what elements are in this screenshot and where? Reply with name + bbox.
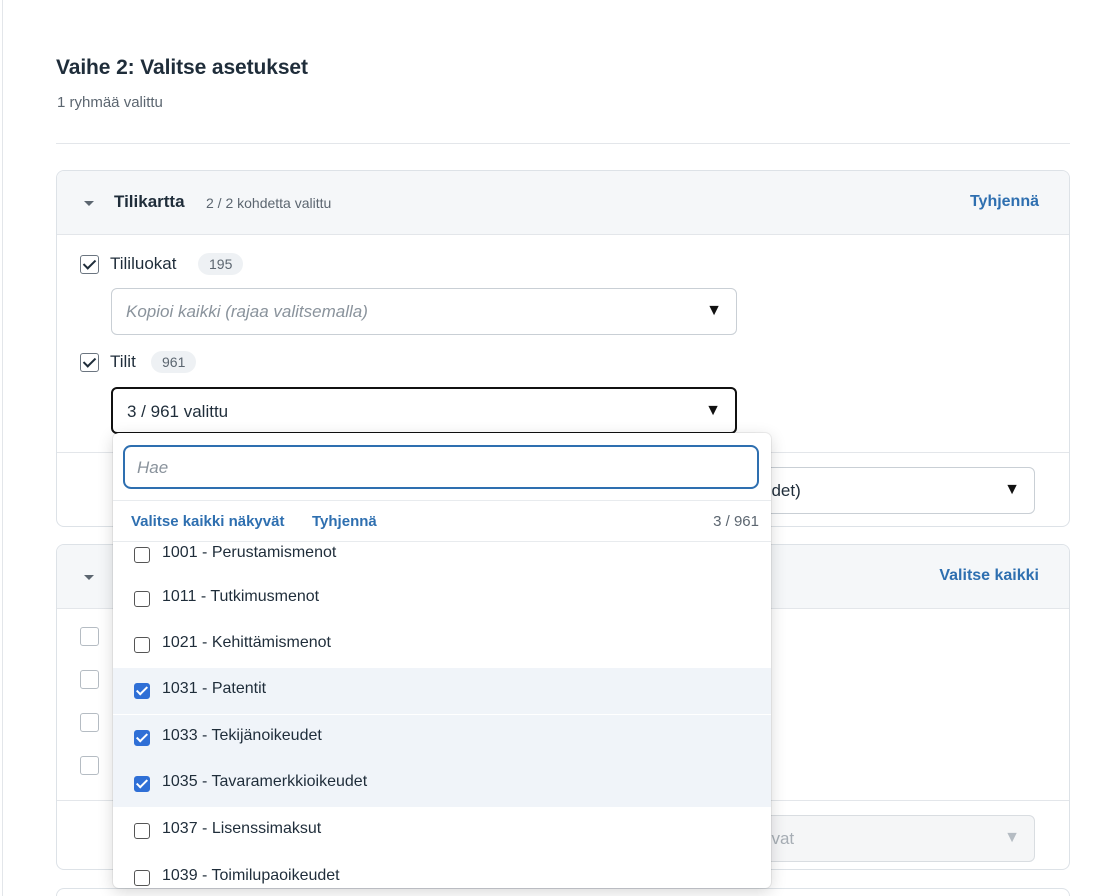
tilit-dropdown-panel: Valitse kaikki näkyvät Tyhjennä 3 / 961 … xyxy=(113,433,771,888)
dropdown-arrow-icon: ▼ xyxy=(706,302,722,319)
tilit-label: Tilit xyxy=(110,352,136,371)
dropdown-arrow-icon: ▼ xyxy=(705,402,721,419)
list-item[interactable]: 1035 - Tavaramerkkioikeudet xyxy=(113,761,771,807)
tililuokat-checkbox[interactable] xyxy=(80,255,99,274)
list-item-label: 1011 - Tutkimusmenot xyxy=(162,588,320,605)
dropdown-arrow-icon: ▼ xyxy=(1004,829,1020,846)
list-item-label: 1037 - Lisenssimaksut xyxy=(162,820,322,837)
option-checkbox[interactable] xyxy=(80,713,99,732)
clear-selection-button[interactable]: Tyhjennä xyxy=(312,513,377,530)
tililuokat-label: Tililuokat xyxy=(110,254,177,273)
list-item[interactable]: 1001 - Perustamismenot xyxy=(113,542,771,578)
select-all-button[interactable]: Valitse kaikki xyxy=(939,567,1039,585)
list-item[interactable]: 1021 - Kehittämismenot xyxy=(113,622,771,668)
dropdown-arrow-icon: ▼ xyxy=(1004,481,1020,498)
checkbox[interactable] xyxy=(134,823,150,839)
page-title: Vaihe 2: Valitse asetukset xyxy=(56,56,308,79)
select-placeholder: Kopioi kaikki (rajaa valitsemalla) xyxy=(126,302,368,321)
list-item-label: 1035 - Tavaramerkkioikeudet xyxy=(162,773,368,790)
list-item[interactable]: 1011 - Tutkimusmenot xyxy=(113,576,771,622)
section-header[interactable]: Tilikartta 2 / 2 kohdetta valittu Tyhjen… xyxy=(57,171,1069,235)
next-section-edge xyxy=(56,888,1070,896)
list-item-label: 1039 - Toimilupaoikeudet xyxy=(162,867,340,884)
options-list[interactable]: 1001 - Perustamismenot 1011 - Tutkimusmen… xyxy=(113,542,771,888)
checkbox-checked[interactable] xyxy=(134,683,150,699)
search-input[interactable] xyxy=(137,456,737,480)
dropdown-actions: Valitse kaikki näkyvät Tyhjennä 3 / 961 xyxy=(113,500,771,542)
list-item-label: 1021 - Kehittämismenot xyxy=(162,634,331,651)
divider xyxy=(56,143,1070,144)
list-item-label: 1031 - Patentit xyxy=(162,680,267,697)
list-item[interactable]: 1037 - Lisenssimaksut xyxy=(113,808,771,854)
option-checkbox[interactable] xyxy=(80,670,99,689)
checkbox[interactable] xyxy=(134,591,150,607)
search-field[interactable] xyxy=(123,445,759,489)
list-item[interactable]: 1039 - Toimilupaoikeudet xyxy=(113,855,771,888)
list-item[interactable]: 1033 - Tekijänoikeudet xyxy=(113,715,771,761)
select-value: 3 / 961 valittu xyxy=(127,402,229,421)
tilit-checkbox[interactable] xyxy=(80,353,99,372)
count-badge: 195 xyxy=(198,253,244,275)
list-item-label: 1033 - Tekijänoikeudet xyxy=(162,727,322,744)
clear-button[interactable]: Tyhjennä xyxy=(970,193,1039,211)
option-checkbox[interactable] xyxy=(80,627,99,646)
caret-down-icon[interactable] xyxy=(84,575,94,580)
checkbox[interactable] xyxy=(134,870,150,886)
section-title: Tilikartta xyxy=(114,192,185,211)
checkbox[interactable] xyxy=(134,637,150,653)
caret-down-icon[interactable] xyxy=(84,201,94,206)
page-subtitle: 1 ryhmää valittu xyxy=(57,94,163,111)
list-item-label: 1001 - Perustamismenot xyxy=(162,544,337,561)
option-checkbox[interactable] xyxy=(80,756,99,775)
tililuokat-select[interactable]: Kopioi kaikki (rajaa valitsemalla) ▼ xyxy=(111,288,737,335)
count-badge: 961 xyxy=(151,351,197,373)
tilit-select[interactable]: 3 / 961 valittu ▼ xyxy=(111,387,737,434)
checkbox-checked[interactable] xyxy=(134,776,150,792)
selection-count: 3 / 961 xyxy=(713,513,759,530)
section-count: 2 / 2 kohdetta valittu xyxy=(206,195,332,211)
checkbox[interactable] xyxy=(134,547,150,563)
list-item[interactable]: 1031 - Patentit xyxy=(113,668,771,714)
select-all-visible-button[interactable]: Valitse kaikki näkyvät xyxy=(131,513,284,530)
checkbox-checked[interactable] xyxy=(134,730,150,746)
